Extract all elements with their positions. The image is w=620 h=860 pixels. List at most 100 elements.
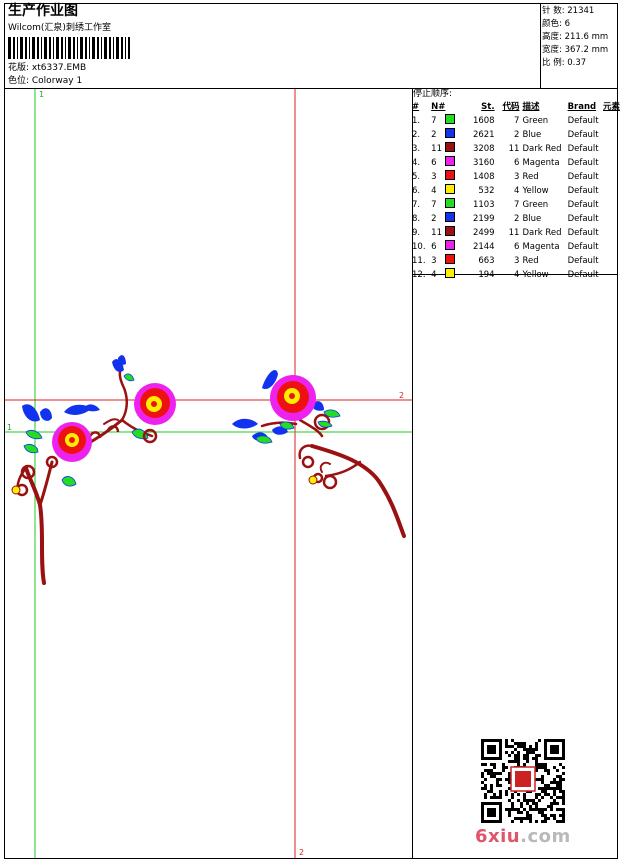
watermark-main: 6xiu [475,826,521,847]
barcode-bar [65,37,66,59]
row-needle: 7 [431,114,464,128]
barcode-bar [49,37,51,59]
stop-sequence-table: # N# St. 代码 描述 Brand 元素 1. 7 1608 7 Green Def… [412,101,620,282]
row-index: 11. [412,255,426,266]
col-description: 描述 [522,102,540,113]
color-swatch [445,128,456,139]
barcode-bar [32,37,35,59]
row-description: Magenta [522,241,560,252]
barcode-bar [41,37,42,59]
row-stitches: 1408 [472,171,495,182]
row-description: Yellow [522,185,549,196]
color-swatch [445,170,456,181]
table-row: 2. 2 2621 2 Blue Default [412,128,620,142]
barcode-bar [61,37,63,59]
needle-number: 3 [431,256,437,267]
row-description: Dark Red [522,143,562,154]
barcode-bar [56,37,59,59]
col-stitches: St. [481,102,495,113]
row-description: Red [522,255,539,266]
barcode-bar [125,37,126,59]
row-element [603,226,620,240]
row-needle: 11 [431,226,464,240]
row-index: 10. [412,241,426,252]
row-description: Red [522,171,539,182]
row-element [603,184,620,198]
needle-number: 6 [431,242,437,253]
row-element [603,268,620,282]
barcode-bar [109,37,111,59]
row-element [603,170,620,184]
col-brand: Brand [567,102,597,113]
row-code: 11 [508,143,520,154]
row-element [603,156,620,170]
col-element: 元素 [602,102,620,113]
table-header-row: # N# St. 代码 描述 Brand 元素 [412,101,620,114]
row-brand: Default [567,269,599,280]
color-swatch [445,142,456,153]
barcode-bar [121,37,123,59]
row-element [603,240,620,254]
barcode-bar [44,37,47,59]
table-row: 7. 7 1103 7 Green Default [412,198,620,212]
row-brand: Default [567,199,599,210]
barcode-bar [101,37,102,59]
row-code: 11 [508,227,520,238]
barcode-bar [73,37,75,59]
design-area [4,88,413,859]
row-index: 6. [412,185,421,196]
design-file: 花版: xt6337.EMB [8,63,87,73]
table-row: 1. 7 1608 7 Green Default [412,114,620,128]
row-stitches: 2499 [472,227,495,238]
row-needle: 6 [431,240,464,254]
col-needle: N# [431,102,446,113]
row-code: 2 [514,129,520,140]
color-swatch [445,184,456,195]
col-index: # [412,102,420,113]
barcode-bar [17,37,18,59]
row-stitches: 3208 [472,143,495,154]
table-row: 9. 11 2499 11 Dark Red Default [412,226,620,240]
barcode-bar [25,37,27,59]
row-needle: 4 [431,268,464,282]
barcode [8,37,130,59]
barcode-bar [29,37,30,59]
table-row: 6. 4 532 4 Yellow Default [412,184,620,198]
color-swatch [445,198,456,209]
row-brand: Default [567,255,599,266]
row-element [603,142,620,156]
row-element [603,114,620,128]
row-brand: Default [567,157,599,168]
row-needle: 7 [431,198,464,212]
row-index: 2. [412,129,421,140]
needle-number: 11 [431,144,442,155]
stat-height: 高度: 211.6 mm [542,32,609,42]
color-swatch [445,226,456,237]
row-index: 1. [412,115,421,126]
barcode-bar [77,37,78,59]
row-code: 6 [514,241,520,252]
table-row: 12. 4 194 4 Yellow Default [412,268,620,282]
row-stitches: 663 [478,255,495,266]
row-needle: 3 [431,254,464,268]
row-index: 3. [412,143,421,154]
table-row: 4. 6 3160 6 Magenta Default [412,156,620,170]
row-brand: Default [567,129,599,140]
table-row: 3. 11 3208 11 Dark Red Default [412,142,620,156]
barcode-bar [53,37,54,59]
barcode-bar [8,37,11,59]
color-swatch [445,212,456,223]
page-title: 生产作业图 [8,3,78,19]
color-swatch [445,114,456,125]
needle-number: 3 [431,172,437,183]
row-needle: 6 [431,156,464,170]
row-index: 8. [412,213,421,224]
row-stitches: 194 [478,269,495,280]
barcode-bar [97,37,99,59]
barcode-bar [104,37,107,59]
color-swatch [445,156,456,167]
row-needle: 4 [431,184,464,198]
row-element [603,198,620,212]
table-row: 8. 2 2199 2 Blue Default [412,212,620,226]
row-code: 4 [514,269,520,280]
